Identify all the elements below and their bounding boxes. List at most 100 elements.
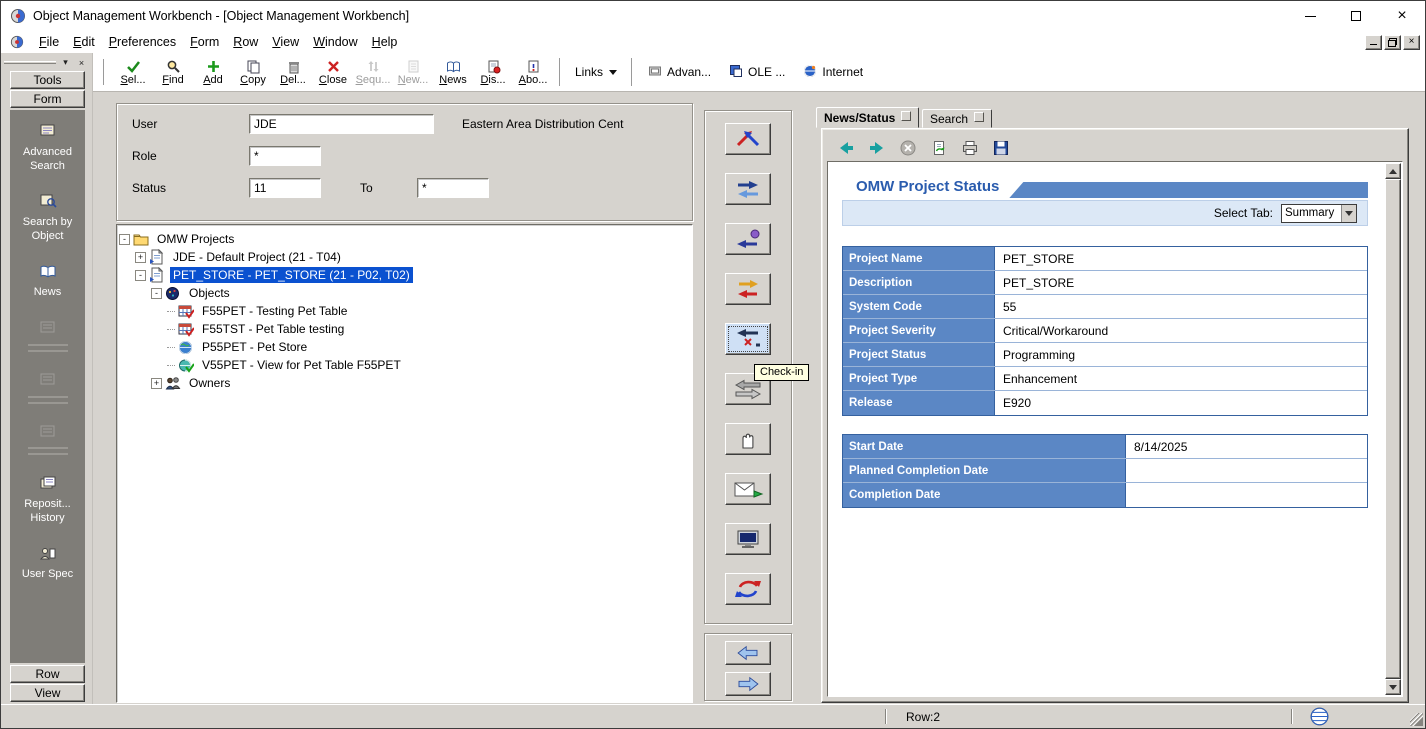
tab-news-status[interactable]: News/Status	[816, 107, 919, 128]
toolbar-grip[interactable]	[101, 59, 104, 85]
role-input[interactable]	[249, 146, 321, 166]
refresh-button[interactable]	[928, 138, 950, 158]
tree-node-v55pet[interactable]: V55PET - View for Pet Table F55PET	[119, 356, 690, 374]
tree-expander[interactable]: -	[135, 270, 146, 281]
summary-select[interactable]: Summary	[1281, 204, 1357, 223]
add-plus-icon	[206, 59, 221, 74]
status-to-input[interactable]	[417, 178, 489, 198]
tools-button[interactable]: Tools	[10, 71, 85, 89]
project-status-table: Project NamePET_STORE DescriptionPET_STO…	[842, 246, 1368, 416]
tree-node-pet-store-project[interactable]: - PET_STORE - PET_STORE (21 - P02, T02)	[119, 266, 690, 284]
tree-expander[interactable]: +	[135, 252, 146, 263]
previous-button[interactable]	[725, 641, 771, 665]
mdi-restore-button[interactable]	[1384, 35, 1401, 50]
forward-button[interactable]	[866, 138, 888, 158]
exit-bar-grip[interactable]	[4, 61, 56, 64]
advanced-button[interactable]: Advan...	[639, 57, 720, 87]
sidebar-item-advanced-search[interactable]: Advanced Search	[10, 123, 85, 173]
scroll-down-button[interactable]	[1385, 679, 1401, 695]
sidebar-item-user-spec[interactable]: User Spec	[10, 546, 85, 583]
links-dropdown[interactable]: Links	[567, 57, 625, 87]
internet-button[interactable]: Internet	[794, 57, 872, 87]
remove-object-button[interactable]	[725, 123, 771, 155]
minimize-button[interactable]	[1287, 1, 1333, 31]
mdi-minimize-button[interactable]	[1365, 35, 1382, 50]
sidebar-item-search-by-object[interactable]: Search by Object	[10, 193, 85, 243]
maximize-button[interactable]	[1333, 1, 1379, 31]
ole-icon	[729, 64, 743, 81]
advance-project-button[interactable]	[725, 173, 771, 205]
news-button[interactable]: News	[433, 54, 473, 90]
select-button[interactable]: Sel...	[113, 54, 153, 90]
tree-expander[interactable]: -	[151, 288, 162, 299]
exit-bar-close-icon[interactable]: ×	[75, 57, 88, 69]
add-button[interactable]: Add	[193, 54, 233, 90]
save-object-button[interactable]	[725, 473, 771, 505]
search-criteria-group: User Eastern Area Distribution Cent Role…	[116, 103, 693, 221]
new-button: New...	[393, 54, 433, 90]
scrollbar-thumb[interactable]	[1385, 179, 1401, 679]
next-button[interactable]	[725, 672, 771, 696]
tree-node-jde-project[interactable]: + JDE - Default Project (21 - T04)	[119, 248, 690, 266]
vertical-scrollbar[interactable]	[1385, 163, 1401, 695]
scroll-up-button[interactable]	[1385, 163, 1401, 179]
sidebar-item-repository-history[interactable]: Reposit... History	[10, 475, 85, 525]
menu-help[interactable]: Help	[365, 33, 405, 51]
get-object-button[interactable]	[725, 423, 771, 455]
tree-expander[interactable]: +	[151, 378, 162, 389]
back-button[interactable]	[835, 138, 857, 158]
view-button[interactable]: View	[10, 684, 85, 702]
menu-preferences[interactable]: Preferences	[102, 33, 183, 51]
mdi-minimize-icon	[1370, 44, 1377, 45]
news-icon	[39, 264, 57, 284]
ole-button[interactable]: OLE ...	[720, 57, 794, 87]
print-button[interactable]	[959, 138, 981, 158]
undo-checkout-button[interactable]	[725, 273, 771, 305]
checkout-button[interactable]	[725, 323, 771, 355]
search-by-object-icon	[39, 193, 57, 213]
select-tab-label: Select Tab:	[1214, 206, 1273, 220]
back-arrow-icon	[837, 140, 855, 156]
tab-search[interactable]: Search	[922, 109, 992, 128]
save-button[interactable]	[990, 138, 1012, 158]
menu-edit[interactable]: Edit	[66, 33, 102, 51]
delete-button[interactable]: Del...	[273, 54, 313, 90]
design-button[interactable]	[725, 523, 771, 555]
copy-button[interactable]: Copy	[233, 54, 273, 90]
menu-row[interactable]: Row	[226, 33, 265, 51]
menu-view[interactable]: View	[265, 33, 306, 51]
close-button[interactable]: ×	[1379, 1, 1425, 31]
tree-node-f55tst[interactable]: F55TST - Pet Table testing	[119, 320, 690, 338]
stop-button[interactable]	[897, 138, 919, 158]
combo-dropdown-button[interactable]	[1341, 205, 1356, 222]
dispatch-button[interactable]: Dis...	[473, 54, 513, 90]
menu-file[interactable]: File	[32, 33, 66, 51]
tree-expander[interactable]: -	[119, 234, 130, 245]
resize-grip[interactable]	[1410, 713, 1423, 726]
restore-object-button[interactable]	[725, 573, 771, 605]
tree-node-f55pet[interactable]: F55PET - Testing Pet Table	[119, 302, 690, 320]
close-form-button[interactable]: Close	[313, 54, 353, 90]
find-button[interactable]: Find	[153, 54, 193, 90]
sidebar-item-news[interactable]: News	[10, 264, 85, 301]
tree-node-omw-projects[interactable]: - OMW Projects	[119, 230, 690, 248]
transfer-object-button[interactable]	[725, 223, 771, 255]
tab-handle[interactable]	[901, 111, 911, 121]
about-button[interactable]: Abo...	[513, 54, 553, 90]
menu-window[interactable]: Window	[306, 33, 364, 51]
user-spec-icon	[39, 546, 57, 566]
chevron-down-icon[interactable]: ▾	[59, 57, 72, 69]
tree-node-objects[interactable]: - Objects	[119, 284, 690, 302]
status-from-input[interactable]	[249, 178, 321, 198]
user-label: User	[132, 117, 157, 131]
row-button[interactable]: Row	[10, 665, 85, 683]
sidebar-item-disabled-2	[10, 372, 85, 404]
user-input[interactable]	[249, 114, 434, 134]
menu-form[interactable]: Form	[183, 33, 226, 51]
form-button[interactable]: Form	[10, 90, 85, 108]
select-check-icon	[126, 59, 141, 74]
tab-handle[interactable]	[974, 112, 984, 122]
tree-node-p55pet[interactable]: P55PET - Pet Store	[119, 338, 690, 356]
mdi-close-button[interactable]: ×	[1403, 35, 1420, 50]
tree-node-owners[interactable]: + Owners	[119, 374, 690, 392]
